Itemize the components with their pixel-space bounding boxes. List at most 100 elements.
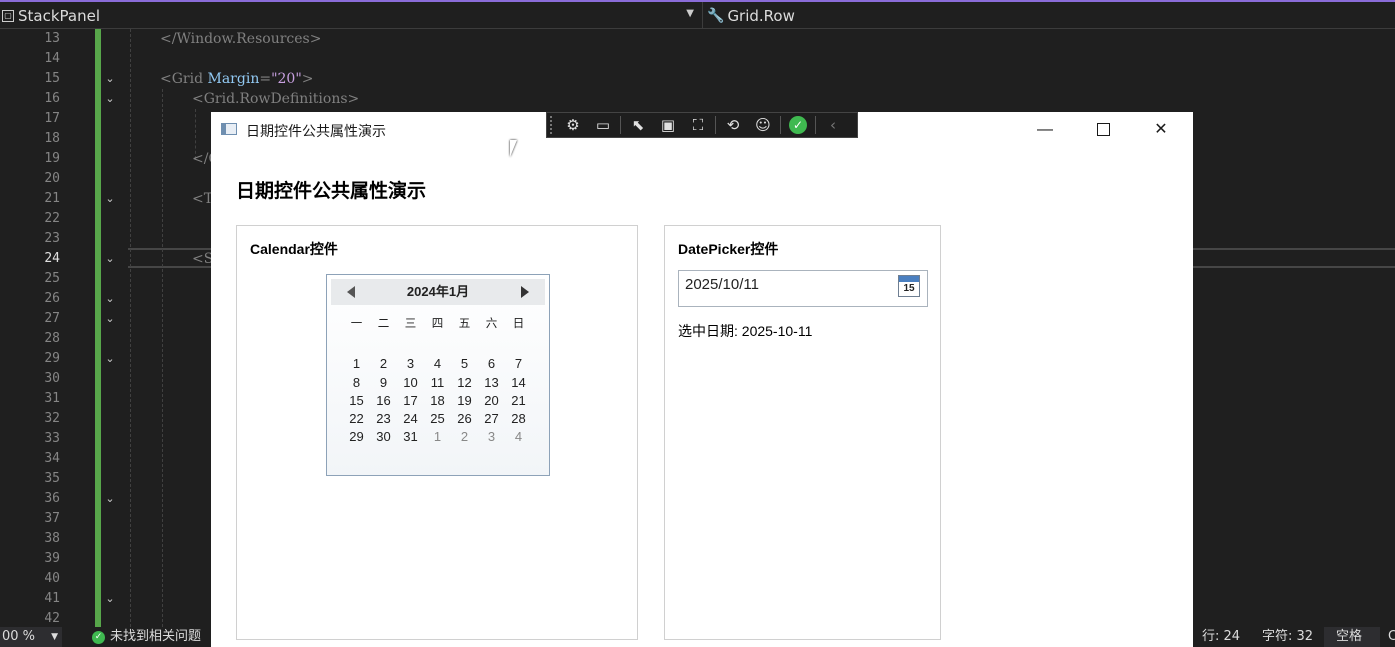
- calendar-day[interactable]: 20: [478, 392, 505, 410]
- datepicker-control[interactable]: 2025/10/11 15: [678, 270, 928, 307]
- calendar-day[interactable]: 3: [397, 355, 424, 373]
- check-circle-icon[interactable]: ✓: [789, 116, 807, 134]
- calendar-day[interactable]: 1: [343, 355, 370, 373]
- editor-nav-bar: ▢ StackPanel ▼ 🔧 Grid.Row: [0, 0, 1395, 29]
- maximize-button[interactable]: [1080, 116, 1126, 144]
- calendar-day[interactable]: 2: [370, 355, 397, 373]
- line-ending-indicator[interactable]: C: [1388, 627, 1395, 647]
- fold-toggle-icon[interactable]: ⌄: [104, 293, 116, 305]
- zoom-level: 00 %: [2, 629, 36, 644]
- calendar-week-row: 22 23 24 25 26 27 28: [343, 410, 539, 428]
- calendar-day[interactable]: 3: [478, 428, 505, 446]
- calendar-day[interactable]: 7: [505, 355, 532, 373]
- calendar-day[interactable]: 17: [397, 392, 424, 410]
- calendar-day[interactable]: 22: [343, 410, 370, 428]
- calendar-day[interactable]: 2: [451, 428, 478, 446]
- calendar-week-row: 1234567: [343, 355, 539, 373]
- calendar-day[interactable]: 9: [370, 374, 397, 392]
- line-number: 18: [44, 131, 60, 146]
- calendar-day[interactable]: 14: [505, 374, 532, 392]
- track-focus-icon[interactable]: ⛶: [685, 114, 711, 136]
- minimize-button[interactable]: —: [1022, 116, 1068, 144]
- datepicker-input[interactable]: 2025/10/11: [685, 276, 759, 293]
- select-element-icon[interactable]: ⬉: [625, 114, 651, 136]
- line-number: 36: [44, 491, 60, 506]
- spaces-indicator[interactable]: 空格: [1324, 627, 1380, 647]
- code-tag: <Grid: [160, 71, 208, 87]
- line-number: 25: [44, 271, 60, 286]
- calendar-day[interactable]: 11: [424, 374, 451, 392]
- mouse-cursor-icon: [510, 140, 524, 157]
- calendar-day[interactable]: 31: [397, 428, 424, 446]
- calendar-day[interactable]: 12: [451, 374, 478, 392]
- chevron-down-icon[interactable]: ▼: [51, 627, 58, 647]
- zoom-dropdown[interactable]: 00 % ▼: [0, 627, 62, 647]
- hot-reload-icon[interactable]: ⟲: [720, 114, 746, 136]
- calendar-icon[interactable]: 15: [898, 275, 920, 297]
- char-indicator[interactable]: 字符: 32: [1262, 627, 1313, 647]
- fold-toggle-icon[interactable]: ⌄: [104, 73, 116, 85]
- line-number: 28: [44, 331, 60, 346]
- fold-toggle-icon[interactable]: ⌄: [104, 93, 116, 105]
- code-line-15: <Grid Margin="20">: [160, 69, 314, 89]
- calendar-day[interactable]: 5: [451, 355, 478, 373]
- minimize-icon: —: [1037, 121, 1053, 138]
- xaml-debug-toolbar: ⚙ ▭ ⬉ ▣ ⛶ ⟲ ☺ ✓ ‹: [546, 112, 858, 138]
- calendar-control[interactable]: 2024年1月 一二三四五六日 1 2 3 4 5 6 7 8 9 10 11 12 13 14 15 16 1…: [326, 274, 550, 476]
- line-number: 19: [44, 151, 60, 166]
- next-month-icon[interactable]: [521, 286, 529, 298]
- calendar-day[interactable]: 6: [478, 355, 505, 373]
- fold-toggle-icon[interactable]: ⌄: [104, 313, 116, 325]
- calendar-day[interactable]: 1: [424, 428, 451, 446]
- chevron-down-icon[interactable]: ▼: [686, 8, 694, 19]
- calendar-day[interactable]: 29: [343, 428, 370, 446]
- line-number: 26: [44, 291, 60, 306]
- previous-month-icon[interactable]: [347, 286, 355, 298]
- calendar-day[interactable]: 4: [424, 355, 451, 373]
- calendar-day[interactable]: 27: [478, 410, 505, 428]
- calendar-day[interactable]: 23: [370, 410, 397, 428]
- fold-toggle-icon[interactable]: ⌄: [104, 593, 116, 605]
- calendar-day[interactable]: 28: [505, 410, 532, 428]
- display-layout-adorners-icon[interactable]: ▣: [655, 114, 681, 136]
- calendar-day[interactable]: 21: [505, 392, 532, 410]
- calendar-month-label[interactable]: 2024年1月: [331, 279, 545, 305]
- calendar-grid: 一二三四五六日 1 2 3 4 5 6 7 8 9 10 11 12 13 14 15 16 17 18 19 20 2…: [343, 315, 539, 447]
- calendar-day[interactable]: 4: [505, 428, 532, 446]
- calendar-panel: Calendar控件 2024年1月 一二三四五六日 1 2 3 4 5 6 7 8 9 10 11…: [236, 225, 638, 640]
- line-number: 32: [44, 411, 60, 426]
- issues-indicator[interactable]: ✓ 未找到相关问题: [92, 627, 201, 647]
- datepicker-panel-title: DatePicker控件: [678, 241, 779, 257]
- live-visual-tree-icon[interactable]: ⚙: [560, 114, 586, 136]
- fold-toggle-icon[interactable]: ⌄: [104, 193, 116, 205]
- toolbar-separator: [815, 116, 816, 134]
- calendar-day[interactable]: 16: [370, 392, 397, 410]
- calendar-day[interactable]: 19: [451, 392, 478, 410]
- calendar-day[interactable]: 26: [451, 410, 478, 428]
- member-dropdown[interactable]: 🔧 Grid.Row: [702, 2, 795, 29]
- line-number: 42: [44, 611, 60, 626]
- line-number: 40: [44, 571, 60, 586]
- accessibility-icon[interactable]: ☺: [750, 114, 776, 136]
- calendar-day[interactable]: 8: [343, 374, 370, 392]
- fold-toggle-icon[interactable]: ⌄: [104, 253, 116, 265]
- toolbar-grip[interactable]: [550, 116, 558, 134]
- calendar-day[interactable]: 15: [343, 392, 370, 410]
- calendar-day[interactable]: 25: [424, 410, 451, 428]
- line-number: 20: [44, 171, 60, 186]
- fold-toggle-icon[interactable]: ⌄: [104, 353, 116, 365]
- camera-icon[interactable]: ▭: [590, 114, 616, 136]
- calendar-day[interactable]: 18: [424, 392, 451, 410]
- weekday-header-row: 一二三四五六日: [343, 315, 539, 333]
- line-indicator[interactable]: 行: 24: [1202, 627, 1240, 647]
- close-button[interactable]: ✕: [1138, 116, 1184, 144]
- calendar-week-row: 8 9 10 11 12 13 14: [343, 374, 539, 392]
- collapse-toolbar-icon[interactable]: ‹: [820, 114, 846, 136]
- fold-toggle-icon[interactable]: ⌄: [104, 493, 116, 505]
- calendar-day[interactable]: 30: [370, 428, 397, 446]
- calendar-day[interactable]: 10: [397, 374, 424, 392]
- maximize-icon: [1096, 123, 1110, 137]
- calendar-day[interactable]: 13: [478, 374, 505, 392]
- calendar-day[interactable]: 24: [397, 410, 424, 428]
- type-dropdown[interactable]: ▢ StackPanel ▼: [0, 2, 700, 29]
